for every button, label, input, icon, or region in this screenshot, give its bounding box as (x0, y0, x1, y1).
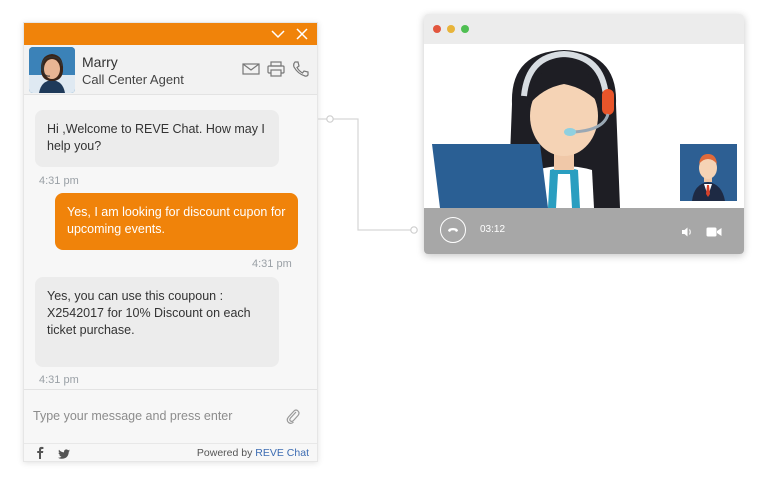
call-timer: 03:12 (480, 224, 506, 235)
message-bubble-agent: Hi ,Welcome to REVE Chat. How may I help… (35, 110, 279, 167)
chat-widget: Marry Call Center Agent Hi ,Welcome to R… (23, 22, 318, 462)
message-time: 4:31 pm (39, 374, 79, 386)
chat-topbar (24, 23, 317, 45)
volume-icon (682, 227, 691, 237)
attach-button[interactable] (286, 407, 300, 425)
end-call-button[interactable] (440, 217, 466, 243)
close-button[interactable] (293, 25, 311, 43)
message-bubble-agent: Yes, you can use this coupoun : X2542017… (35, 277, 279, 367)
attachment-icon (286, 409, 300, 424)
agent-illustration (432, 50, 737, 208)
video-feed (424, 44, 744, 208)
connector-line (318, 115, 418, 234)
powered-by-text: Powered by REVE Chat (197, 447, 309, 459)
close-icon (296, 28, 308, 40)
window-maximize-dot[interactable] (461, 25, 469, 33)
message-time: 4:31 pm (252, 258, 292, 270)
twitter-icon (58, 449, 70, 459)
agent-header: Marry Call Center Agent (24, 45, 317, 95)
facebook-link[interactable] (35, 446, 45, 459)
call-controls: 03:12 (424, 208, 744, 254)
agent-role: Call Center Agent (82, 72, 184, 87)
composer (24, 389, 317, 443)
camera-button[interactable] (706, 225, 722, 237)
end-call-icon (448, 228, 458, 232)
agent-name: Marry (82, 54, 118, 70)
minimize-button[interactable] (269, 25, 287, 43)
powered-by-label: Powered by (196, 447, 253, 459)
avatar (29, 47, 75, 93)
phone-icon (293, 61, 309, 77)
message-list: Hi ,Welcome to REVE Chat. How may I help… (24, 95, 317, 387)
brand-link[interactable]: REVE Chat (255, 447, 309, 459)
message-input[interactable] (33, 406, 278, 426)
video-call-window: 03:12 (424, 14, 744, 254)
chevron-down-icon (271, 30, 285, 39)
print-button[interactable] (267, 61, 285, 77)
window-titlebar (424, 14, 744, 44)
chat-footer: Powered by REVE Chat (24, 443, 317, 461)
facebook-icon (37, 446, 44, 459)
twitter-link[interactable] (58, 447, 70, 459)
mail-icon (242, 63, 260, 75)
call-button[interactable] (291, 61, 309, 77)
message-time: 4:31 pm (39, 175, 79, 187)
email-button[interactable] (242, 61, 260, 77)
print-icon (267, 61, 285, 77)
message-bubble-user: Yes, I am looking for discount cupon for… (55, 193, 298, 250)
volume-button[interactable] (681, 225, 693, 237)
window-minimize-dot[interactable] (447, 25, 455, 33)
video-camera-icon (706, 227, 722, 237)
window-close-dot[interactable] (433, 25, 441, 33)
